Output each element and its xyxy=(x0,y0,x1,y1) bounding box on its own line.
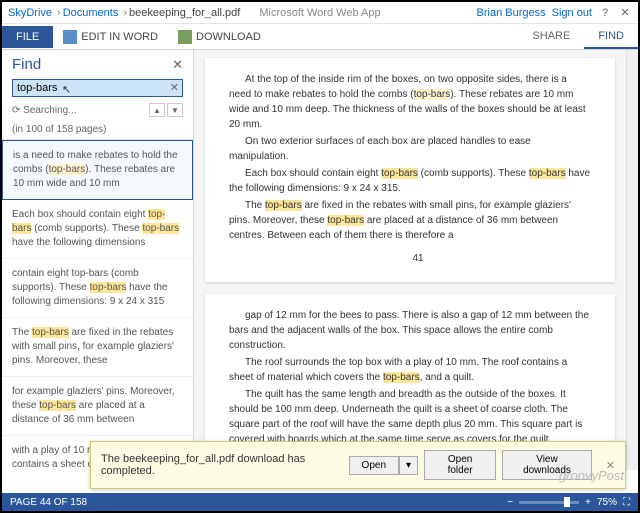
find-status: Searching... xyxy=(23,105,76,116)
close-icon[interactable]: ✕ xyxy=(618,6,632,20)
user-name[interactable]: Brian Burgess xyxy=(477,7,546,19)
download-icon xyxy=(178,30,192,44)
clear-input-icon[interactable]: ✕ xyxy=(170,81,179,94)
open-dropdown-button[interactable]: ▾ xyxy=(399,456,418,475)
breadcrumb-folder[interactable]: Documents xyxy=(63,7,119,19)
watermark: groovyPost xyxy=(559,468,624,483)
find-title: Find xyxy=(12,56,41,73)
open-folder-button[interactable]: Open folder xyxy=(424,450,496,480)
share-tab[interactable]: SHARE xyxy=(518,25,584,49)
open-button[interactable]: Open xyxy=(349,456,399,475)
zoom-out-icon[interactable]: − xyxy=(507,497,513,508)
word-icon xyxy=(63,30,77,44)
download-button[interactable]: DOWNLOAD xyxy=(168,25,271,49)
find-input[interactable] xyxy=(12,79,183,97)
search-result[interactable]: The top-bars are fixed in the rebates wi… xyxy=(2,318,193,377)
toolbar: FILE EDIT IN WORD DOWNLOAD SHARE FIND xyxy=(2,24,638,50)
zoom-slider[interactable] xyxy=(519,501,579,504)
document-view[interactable]: At the top of the inside rim of the boxe… xyxy=(194,50,626,470)
breadcrumb-root[interactable]: SkyDrive xyxy=(8,7,52,19)
results-list[interactable]: is a need to make rebates to hold the co… xyxy=(2,139,193,470)
page: At the top of the inside rim of the boxe… xyxy=(205,58,615,282)
prev-result-button[interactable]: ▲ xyxy=(149,103,165,117)
sign-out-link[interactable]: Sign out xyxy=(552,7,592,19)
next-result-button[interactable]: ▼ xyxy=(167,103,183,117)
expand-icon[interactable]: ⛶ xyxy=(623,497,630,508)
app-name: Microsoft Word Web App xyxy=(259,7,380,19)
edit-in-word-button[interactable]: EDIT IN WORD xyxy=(53,25,168,49)
result-count: (in 100 of 158 pages) xyxy=(2,123,193,139)
help-icon[interactable]: ? xyxy=(598,6,612,20)
search-result[interactable]: Each box should contain eight top-bars (… xyxy=(2,200,193,259)
page-indicator[interactable]: PAGE 44 OF 158 xyxy=(10,497,87,508)
chevron-right-icon: › xyxy=(57,7,61,19)
download-message: The beekeeping_for_all.pdf download has … xyxy=(101,453,349,477)
search-result[interactable]: contain eight top-bars (comb supports). … xyxy=(2,259,193,318)
find-panel: Find ✕ ↖ ✕ ⟳ Searching... ▲ ▼ (in 100 of… xyxy=(2,50,194,470)
breadcrumb-file: beekeeping_for_all.pdf xyxy=(129,7,240,19)
file-button[interactable]: FILE xyxy=(2,26,53,48)
scrollbar[interactable] xyxy=(626,50,638,470)
status-bar: PAGE 44 OF 158 − + 75% ⛶ xyxy=(2,493,638,511)
search-result[interactable]: is a need to make rebates to hold the co… xyxy=(2,140,193,200)
cursor-icon: ↖ xyxy=(62,83,71,96)
chevron-right-icon: › xyxy=(123,7,127,19)
download-notification: The beekeeping_for_all.pdf download has … xyxy=(90,441,626,489)
find-tab[interactable]: FIND xyxy=(584,25,638,49)
zoom-level[interactable]: 75% xyxy=(597,497,617,508)
zoom-in-icon[interactable]: + xyxy=(585,497,591,508)
close-find-icon[interactable]: ✕ xyxy=(172,57,183,73)
search-result[interactable]: for example glaziers' pins. Moreover, th… xyxy=(2,377,193,436)
title-bar: SkyDrive › Documents › beekeeping_for_al… xyxy=(2,2,638,24)
